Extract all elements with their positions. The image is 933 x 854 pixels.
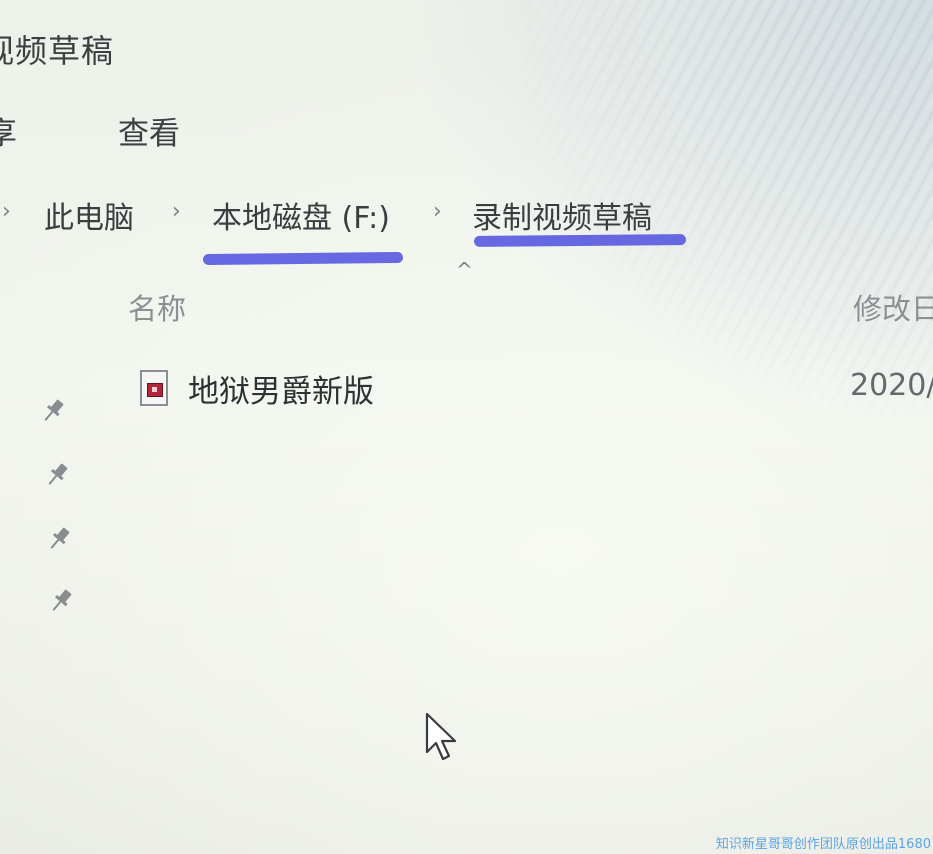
video-file-icon [140, 370, 168, 406]
highlight-underline-drive [202, 251, 404, 266]
pin-icon[interactable] [42, 460, 72, 490]
ribbon-tab-share[interactable]: 享 [0, 108, 17, 153]
watermark: 知识新星哥哥创作团队原创出品1680 [715, 837, 931, 852]
file-modified-date: 2020/ [850, 368, 933, 403]
file-row[interactable]: 地狱男爵新版 2020/ [136, 366, 933, 410]
breadcrumb-chevron-icon[interactable]: › [172, 199, 181, 224]
file-name[interactable]: 地狱男爵新版 [188, 366, 374, 411]
breadcrumb-chevron-icon[interactable]: › [433, 199, 442, 224]
breadcrumb-chevron-icon[interactable]: › [2, 199, 11, 224]
mouse-cursor-icon [425, 712, 457, 761]
window-title: 视频草稿 [0, 32, 115, 70]
breadcrumb-item-this-pc[interactable]: 此电脑 [44, 193, 134, 237]
pin-icon[interactable] [44, 524, 74, 554]
breadcrumb-item-local-disk-f[interactable]: 本地磁盘 (F:) [212, 193, 390, 237]
pin-icon[interactable] [38, 396, 68, 426]
file-explorer-window: 视频草稿 享 查看 › 此电脑 › 本地磁盘 (F:) › 录制视频草稿 ^ 名… [0, 0, 933, 854]
pin-icon[interactable] [46, 586, 76, 616]
column-header-name[interactable]: 名称 [128, 286, 186, 328]
highlight-underline-folder [473, 234, 687, 247]
breadcrumb-item-recording-drafts[interactable]: 录制视频草稿 [472, 193, 652, 237]
ribbon-tab-view[interactable]: 查看 [118, 108, 180, 153]
column-header-modified[interactable]: 修改日 [853, 286, 933, 328]
sort-ascending-icon[interactable]: ^ [456, 258, 473, 282]
